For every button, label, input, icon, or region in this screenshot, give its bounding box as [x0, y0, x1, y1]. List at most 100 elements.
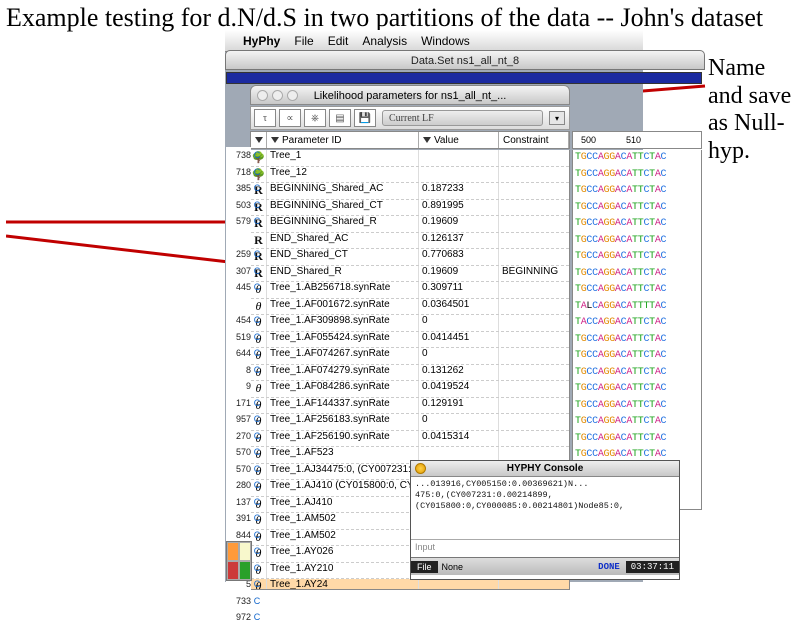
row-id: 307 — [226, 263, 251, 280]
dataset-window-title[interactable]: Data.Set ns1_all_nt_8 — [225, 50, 705, 70]
param-row[interactable]: REND_Shared_CT0.770683 — [251, 249, 569, 266]
tool-save-icon[interactable]: 💾 — [354, 109, 376, 127]
chevron-down-icon[interactable] — [271, 137, 279, 143]
sequence-row[interactable]: TGCCAGGACATTCTAC — [573, 414, 701, 431]
param-row[interactable]: θTree_1.AF309898.synRate0 — [251, 315, 569, 332]
param-row[interactable]: 🌳Tree_12 — [251, 167, 569, 184]
minimize-icon[interactable] — [272, 90, 283, 101]
param-row[interactable]: REND_Shared_R0.19609BEGINNING — [251, 266, 569, 283]
param-value: 0.126137 — [419, 233, 499, 249]
tool-opt-icon[interactable]: ⎈ — [304, 109, 326, 127]
param-row[interactable]: 🌳Tree_1 — [251, 150, 569, 167]
console-status: DONE — [598, 562, 620, 572]
param-id: Tree_1.AF084286.synRate — [267, 381, 419, 397]
palette-swatch[interactable] — [227, 542, 239, 561]
row-code: C — [252, 246, 262, 263]
row-id: 570 — [226, 461, 251, 478]
sequence-row[interactable]: TGCCAGGACATTCTAC — [573, 249, 701, 266]
row-code — [252, 230, 262, 247]
console-input[interactable]: Input — [411, 539, 679, 557]
row-code: C — [252, 164, 262, 181]
param-row[interactable]: θTree_1.AF001672.synRate0.0364501 — [251, 299, 569, 316]
likelihood-window-title[interactable]: Likelihood parameters for ns1_all_nt_... — [250, 85, 570, 105]
chevron-down-icon[interactable] — [423, 137, 431, 143]
sequence-row[interactable]: TGCCAGGACATTCTAC — [573, 150, 701, 167]
tool-infinity-icon[interactable]: ∝ — [279, 109, 301, 127]
lf-dropdown-chevron-icon[interactable]: ▾ — [549, 111, 565, 125]
menubar-item-file[interactable]: File — [294, 34, 313, 48]
param-row[interactable]: θTree_1.AF084286.synRate0.0419524 — [251, 381, 569, 398]
sequence-alignment-panel[interactable]: TGCCAGGACATTCTACTGCCAGGACATTCTACTGCCAGGA… — [572, 150, 702, 510]
arrow-to-shared-r-2 — [6, 232, 260, 272]
menubar-item-edit[interactable]: Edit — [328, 34, 349, 48]
sequence-row[interactable]: TGCCAGGACATTCTAC — [573, 381, 701, 398]
likelihood-toolbar: τ ∝ ⎈ ▤ 💾 Current LF ▾ — [250, 106, 570, 130]
console-output[interactable]: ...013916,CY005150:0.00369621)N... 475:0… — [411, 477, 679, 539]
param-value: 0.0415314 — [419, 431, 499, 447]
param-id: Tree_1.AM502 — [267, 513, 419, 529]
param-row[interactable]: RBEGINNING_Shared_R0.19609 — [251, 216, 569, 233]
sequence-row[interactable]: TGCCAGGACATTCTAC — [573, 365, 701, 382]
row-id — [226, 296, 251, 313]
menubar-item-windows[interactable]: Windows — [421, 34, 470, 48]
param-row[interactable]: RBEGINNING_Shared_CT0.891995 — [251, 200, 569, 217]
row-id: 738 — [226, 147, 251, 164]
sequence-row[interactable]: TALCAGGACATTTTAC — [573, 299, 701, 316]
param-value — [419, 150, 499, 166]
console-time: 03:37:11 — [626, 561, 679, 573]
param-constraint — [499, 315, 569, 331]
color-palette[interactable] — [226, 541, 252, 581]
console-titlebar[interactable]: HYPHY Console — [411, 461, 679, 477]
row-code: C — [252, 461, 262, 478]
sequence-row[interactable]: TGCCAGGACATTCTAC — [573, 348, 701, 365]
row-code: C — [252, 560, 262, 577]
close-icon[interactable] — [257, 90, 268, 101]
param-row[interactable]: θTree_1.AF256190.synRate0.0415314 — [251, 431, 569, 448]
annotation-save-as-nullhyp: Name and save as Null-hyp. — [708, 55, 792, 165]
param-row[interactable]: REND_Shared_AC0.126137 — [251, 233, 569, 250]
sequence-row[interactable]: TGCCAGGACATTCTAC — [573, 167, 701, 184]
palette-swatch[interactable] — [239, 561, 251, 580]
sequence-row[interactable]: TGCCAGGACATTCTAC — [573, 200, 701, 217]
lf-dropdown[interactable]: Current LF — [382, 110, 543, 126]
param-value: 0 — [419, 414, 499, 430]
sequence-row[interactable]: TGCCAGGACATTCTAC — [573, 282, 701, 299]
sequence-row[interactable]: TGCCAGGACATTCTAC — [573, 183, 701, 200]
sequence-row[interactable]: TGCCAGGACATTCTAC — [573, 332, 701, 349]
sequence-row[interactable]: TGCCAGGACATTCTAC — [573, 216, 701, 233]
param-value: 0 — [419, 315, 499, 331]
row-code — [252, 378, 262, 395]
param-row[interactable]: RBEGINNING_Shared_AC0.187233 — [251, 183, 569, 200]
palette-swatch[interactable] — [239, 542, 251, 561]
chevron-down-icon[interactable] — [255, 137, 263, 143]
param-id: BEGINNING_Shared_AC — [267, 183, 419, 199]
param-id: BEGINNING_Shared_R — [267, 216, 419, 232]
slide-title: Example testing for d.N/d.S in two parti… — [6, 4, 763, 33]
sequence-row[interactable]: TGCCAGGACATTCTAC — [573, 266, 701, 283]
param-row[interactable]: θTree_1.AF074279.synRate0.131262 — [251, 365, 569, 382]
zoom-icon[interactable] — [287, 90, 298, 101]
sequence-row[interactable]: TGCCAGGACATTCTAC — [573, 233, 701, 250]
param-row[interactable]: θTree_1.AB256718.synRate0.309711 — [251, 282, 569, 299]
tool-tree-icon[interactable]: τ — [254, 109, 276, 127]
param-table-header: Parameter ID Value Constraint — [250, 131, 570, 149]
tool-tbl-icon[interactable]: ▤ — [329, 109, 351, 127]
param-row[interactable]: θTree_1.AY24 — [251, 579, 569, 590]
sequence-row[interactable]: TGCCAGGACATTCTAC — [573, 398, 701, 415]
param-id: Tree_1.AF256190.synRate — [267, 431, 419, 447]
param-id: Tree_1.AB256718.synRate — [267, 282, 419, 298]
menubar-item-analysis[interactable]: Analysis — [362, 34, 407, 48]
mac-menubar: HyPhy File Edit Analysis Windows — [225, 30, 643, 52]
menubar-app-name[interactable]: HyPhy — [243, 34, 280, 48]
row-id: 270 — [226, 428, 251, 445]
console-light-icon[interactable] — [415, 463, 426, 474]
param-id: END_Shared_CT — [267, 249, 419, 265]
palette-swatch[interactable] — [227, 561, 239, 580]
row-id: 972 — [226, 609, 251, 626]
param-row[interactable]: θTree_1.AF256183.synRate0 — [251, 414, 569, 431]
param-row[interactable]: θTree_1.AF074267.synRate0 — [251, 348, 569, 365]
param-row[interactable]: θTree_1.AF144337.synRate0.129191 — [251, 398, 569, 415]
sequence-row[interactable]: TACCAGGACATTCTAC — [573, 315, 701, 332]
param-row[interactable]: θTree_1.AF055424.synRate0.0414451 — [251, 332, 569, 349]
sequence-row[interactable]: TGCCAGGACATTCTAC — [573, 431, 701, 448]
